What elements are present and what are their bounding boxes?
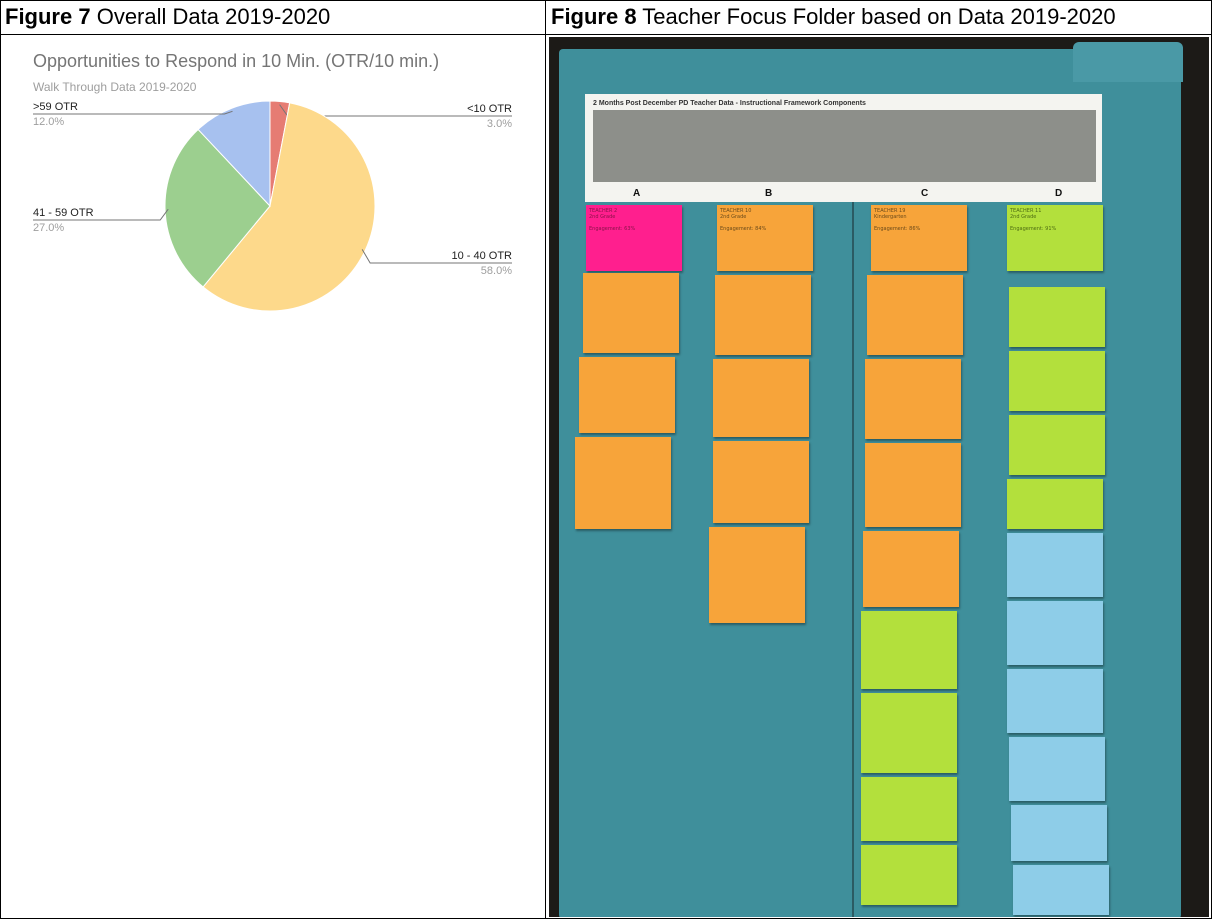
figure-8-title: Teacher Focus Folder based on Data 2019-… (642, 4, 1116, 29)
sticky-note (865, 443, 961, 527)
sticky-note (579, 357, 675, 433)
sticky-text: Engagement: 84% (720, 226, 767, 232)
pie-slice-percent: 3.0% (487, 118, 512, 130)
folder-tab (1073, 42, 1183, 82)
teacher-focus-folder-photo: 2 Months Post December PD Teacher Data -… (549, 37, 1209, 917)
sticky-note: TEACHER 19 Kindergarten Engagement: 86% (871, 205, 967, 271)
sticky-note (867, 275, 963, 355)
sticky-note (863, 531, 959, 607)
sticky-note (861, 611, 957, 689)
sticky-note (1007, 479, 1103, 529)
sticky-note (713, 359, 809, 437)
column-letter-b: B (765, 188, 773, 199)
sheet-grid (593, 110, 1096, 182)
pie-slice-label: <10 OTR (467, 103, 512, 115)
sticky-note (1009, 351, 1105, 411)
sticky-text: 2nd Grade (589, 214, 616, 220)
column-letter-d: D (1055, 188, 1063, 199)
sticky-note (861, 777, 957, 841)
sticky-note (1013, 865, 1109, 915)
sticky-note (715, 275, 811, 355)
figure-8-label: Figure 8 (551, 4, 637, 29)
sticky-note (713, 441, 809, 523)
sticky-note (1007, 669, 1103, 733)
sticky-note (865, 359, 961, 439)
sticky-text: Engagement: 86% (874, 226, 921, 232)
sticky-text: 2nd Grade (1010, 214, 1037, 220)
pie-chart: <10 OTR 3.0% 10 - 40 OTR 58.0% 41 - 59 OTR 27… (33, 100, 512, 312)
pie-slice-label: 10 - 40 OTR (451, 250, 512, 262)
sticky-note (861, 845, 957, 905)
sticky-note (1009, 737, 1105, 801)
sticky-text: Engagement: 63% (589, 226, 636, 232)
sticky-note (1007, 601, 1103, 665)
pie-slice-percent: 12.0% (33, 116, 64, 128)
sticky-note (1011, 805, 1107, 861)
sticky-note: TEACHER 2 2nd Grade Engagement: 63% (586, 205, 682, 271)
folder-spine (852, 202, 854, 917)
pie-slice-label: 41 - 59 OTR (33, 207, 94, 219)
sheet-title: 2 Months Post December PD Teacher Data -… (593, 100, 866, 107)
pie-slice-percent: 27.0% (33, 222, 64, 234)
sticky-note (709, 527, 805, 623)
sticky-note: TEACHER 10 2nd Grade Engagement: 84% (717, 205, 813, 271)
column-letter-c: C (921, 188, 929, 199)
sticky-note (861, 693, 957, 773)
sticky-note (583, 273, 679, 353)
sticky-note (1007, 533, 1103, 597)
figure-8-heading: Figure 8 Teacher Focus Folder based on D… (551, 4, 1116, 30)
sticky-text: Engagement: 91% (1010, 226, 1057, 232)
sticky-text: Kindergarten (874, 214, 907, 220)
column-divider (545, 0, 546, 919)
pie-slice-label: >59 OTR (33, 101, 78, 113)
sticky-note (1009, 415, 1105, 475)
sticky-note (575, 437, 671, 529)
column-letter-a: A (633, 188, 641, 199)
sticky-text: 2nd Grade (720, 214, 747, 220)
sticky-note: TEACHER 11 2nd Grade Engagement: 91% (1007, 205, 1103, 271)
pie-slice-percent: 58.0% (481, 265, 512, 277)
sticky-note (1009, 287, 1105, 347)
framework-sheet: 2 Months Post December PD Teacher Data -… (585, 94, 1102, 202)
